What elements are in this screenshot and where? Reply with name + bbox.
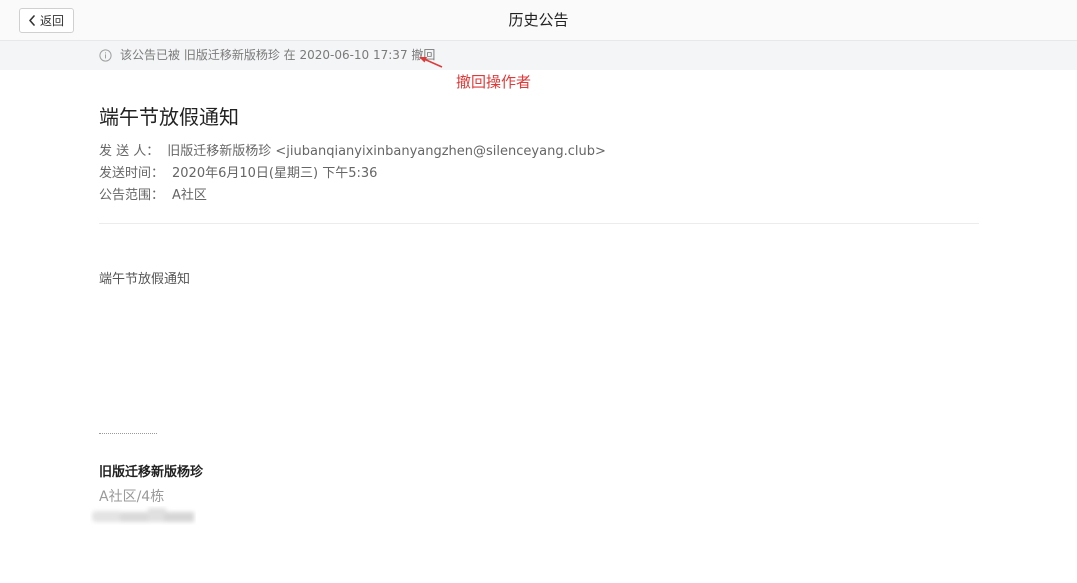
scope-label: 公告范围： xyxy=(99,188,165,203)
send-time-row: 发送时间： 2020年6月10日(星期三) 下午5:36 xyxy=(99,162,377,181)
annotation-label: 撤回操作者 xyxy=(456,73,532,91)
recall-notice-bar: 该公告已被 旧版迁移新版杨珍 在 2020-06-10 17:37 撤回 xyxy=(0,41,1077,70)
scope-row: 公告范围： A社区 xyxy=(99,184,207,203)
announcement-body: 端午节放假通知 xyxy=(99,272,191,287)
content-divider xyxy=(99,223,979,224)
sender-row: 发 送 人： 旧版迁移新版杨珍 <jiubanqianyixinbanyangzh… xyxy=(99,140,606,159)
redacted-contact-blur xyxy=(92,508,194,522)
recall-notice-text: 该公告已被 旧版迁移新版杨珍 在 2020-06-10 17:37 撤回 xyxy=(120,48,436,62)
send-time-value: 2020年6月10日(星期三) 下午5:36 xyxy=(172,166,378,181)
signature-department: A社区/4栋 xyxy=(99,489,165,505)
signature-separator xyxy=(99,433,157,435)
signature-name: 旧版迁移新版杨珍 xyxy=(99,465,204,480)
announcement-title: 端午节放假通知 xyxy=(99,105,239,129)
info-icon xyxy=(99,49,112,62)
page-title: 历史公告 xyxy=(508,11,569,29)
header-bar: 返回 历史公告 xyxy=(0,0,1077,41)
sender-label: 发 送 人： xyxy=(99,144,160,159)
send-time-label: 发送时间： xyxy=(99,166,165,181)
scope-value: A社区 xyxy=(172,188,207,203)
annotation-arrow-icon xyxy=(419,57,443,68)
sender-value: 旧版迁移新版杨珍 <jiubanqianyixinbanyangzhen@sil… xyxy=(167,144,606,159)
